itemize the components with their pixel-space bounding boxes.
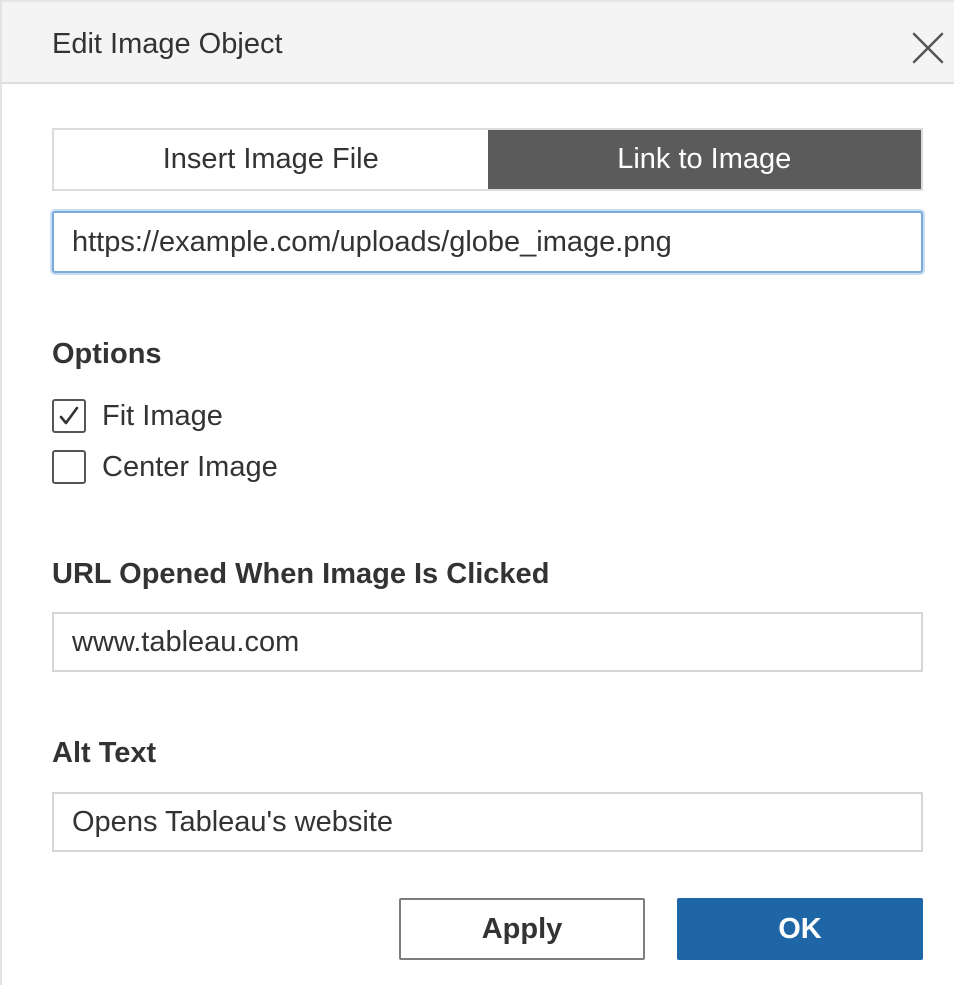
fit-image-label: Fit Image — [102, 399, 223, 432]
image-url-input[interactable] — [52, 211, 923, 273]
fit-image-checkbox[interactable] — [52, 399, 86, 433]
click-url-input[interactable] — [52, 612, 923, 672]
checkmark-icon — [59, 406, 79, 425]
dialog-titlebar: Edit Image Object — [2, 0, 954, 84]
center-image-checkbox[interactable] — [52, 450, 86, 484]
center-image-label: Center Image — [102, 450, 278, 483]
tab-link-to-image[interactable]: Link to Image — [487, 130, 921, 189]
alt-text-label: Alt Text — [52, 737, 157, 769]
alt-text-input[interactable] — [52, 792, 923, 852]
click-url-label: URL Opened When Image Is Clicked — [52, 558, 550, 590]
fit-image-checkbox-row[interactable]: Fit Image — [52, 399, 223, 433]
dialog-title: Edit Image Object — [52, 28, 283, 60]
tab-insert-image-file[interactable]: Insert Image File — [54, 130, 488, 189]
center-image-checkbox-row[interactable]: Center Image — [52, 450, 278, 484]
image-source-tabs: Insert Image File Link to Image — [52, 128, 923, 191]
apply-button[interactable]: Apply — [399, 898, 645, 960]
options-heading: Options — [52, 338, 162, 370]
edit-image-object-dialog: Edit Image Object Insert Image File Link… — [0, 0, 954, 985]
ok-button[interactable]: OK — [677, 898, 923, 960]
close-icon[interactable] — [910, 30, 946, 66]
